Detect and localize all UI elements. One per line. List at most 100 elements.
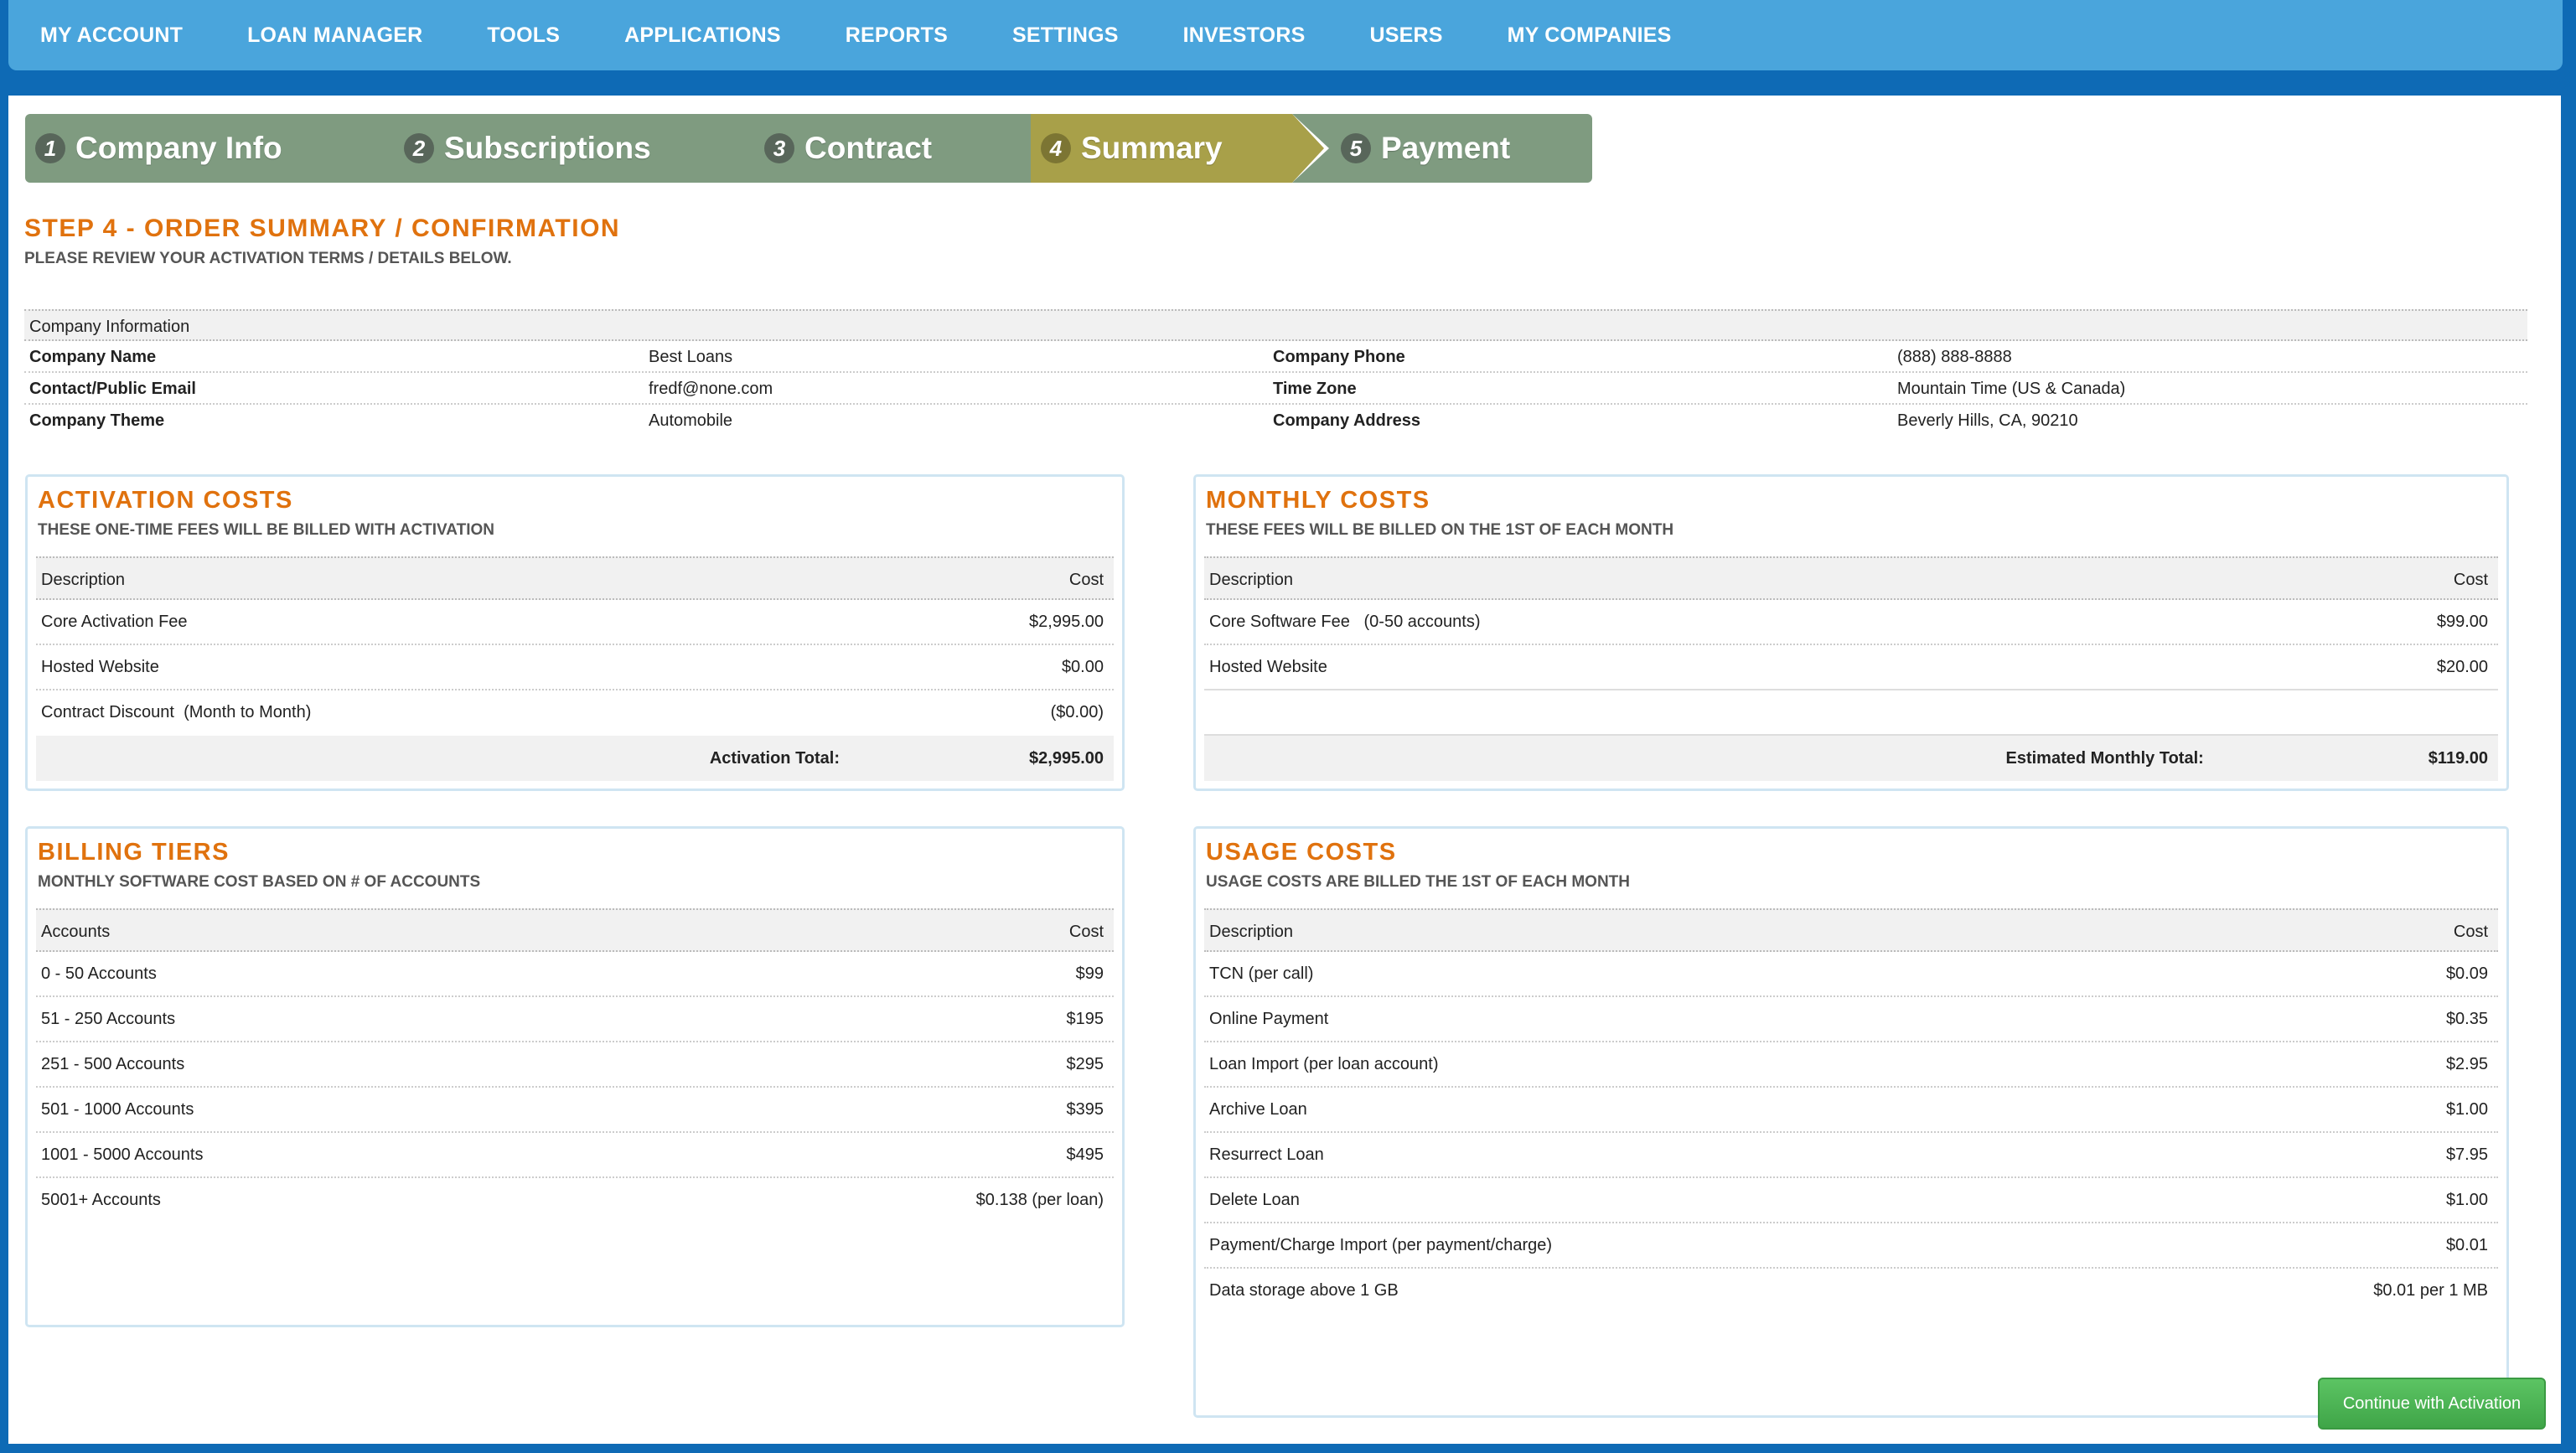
company-info-row: Company Theme Automobile Company Address…	[24, 405, 2527, 437]
table-header: Description Cost	[1204, 556, 2498, 600]
company-theme-value: Automobile	[649, 411, 733, 430]
field-label: Company Address	[1273, 411, 1420, 430]
activation-costs-table: Description Cost Core Activation Fee $2,…	[36, 556, 1114, 781]
field-label: Time Zone	[1273, 380, 1357, 398]
table-row: 501 - 1000 Accounts $395	[36, 1088, 1114, 1133]
wizard-step-subscriptions[interactable]: 2 Subscriptions	[394, 114, 754, 183]
total-row: Estimated Monthly Total: $119.00	[1204, 736, 2498, 781]
table-row: Loan Import (per loan account) $2.95	[1204, 1042, 2498, 1088]
field-label: Company Name	[29, 348, 157, 366]
activation-costs-box: ACTIVATION COSTS THESE ONE-TIME FEES WIL…	[25, 474, 1125, 791]
row-description: Core Software Fee (0-50 accounts)	[1209, 613, 1481, 631]
nav-loan-manager[interactable]: LOAN MANAGER	[247, 23, 422, 48]
top-nav: MY ACCOUNT LOAN MANAGER TOOLS APPLICATIO…	[8, 0, 2563, 70]
nav-tools[interactable]: TOOLS	[487, 23, 560, 48]
row-cost: ($0.00)	[1050, 703, 1104, 721]
step-label: Summary	[1081, 131, 1223, 165]
total-label: Estimated Monthly Total:	[2005, 749, 2204, 768]
usage-costs-table: Description Cost TCN (per call) $0.09 On…	[1204, 908, 2498, 1314]
step-number: 1	[35, 133, 65, 163]
total-value: $119.00	[2428, 749, 2488, 768]
box-title: ACTIVATION COSTS	[38, 487, 293, 514]
box-subtitle: MONTHLY SOFTWARE COST BASED ON # OF ACCO…	[38, 873, 481, 891]
step-label: Company Info	[75, 131, 282, 165]
continue-with-activation-button[interactable]: Continue with Activation	[2318, 1378, 2546, 1430]
box-subtitle: THESE ONE-TIME FEES WILL BE BILLED WITH …	[38, 521, 495, 539]
table-row: Resurrect Loan $7.95	[1204, 1133, 2498, 1178]
row-cost: $0.09	[2445, 964, 2488, 983]
row-description: 1001 - 5000 Accounts	[41, 1145, 204, 1164]
wizard-step-payment[interactable]: 5 Payment	[1292, 114, 1592, 183]
row-description: 501 - 1000 Accounts	[41, 1100, 194, 1119]
row-description: Resurrect Loan	[1209, 1145, 1324, 1164]
table-row: Core Activation Fee $2,995.00	[36, 600, 1114, 645]
company-info-row: Contact/Public Email fredf@none.com Time…	[24, 373, 2527, 405]
monthly-costs-table: Description Cost Core Software Fee (0-50…	[1204, 556, 2498, 781]
field-label: Company Phone	[1273, 348, 1405, 366]
row-cost: $0.01 per 1 MB	[2373, 1281, 2488, 1300]
nav-applications[interactable]: APPLICATIONS	[624, 23, 781, 48]
table-row: 51 - 250 Accounts $195	[36, 997, 1114, 1042]
row-description: 0 - 50 Accounts	[41, 964, 157, 983]
row-description: 51 - 250 Accounts	[41, 1010, 176, 1028]
company-info-table: Company Information Company Name Best Lo…	[24, 309, 2527, 437]
table-header: Description Cost	[1204, 908, 2498, 952]
row-cost: $1.00	[2445, 1100, 2488, 1119]
row-description: Hosted Website	[41, 658, 159, 676]
wizard-step-contract[interactable]: 3 Contract	[754, 114, 1031, 183]
row-cost: $2,995.00	[1029, 613, 1104, 631]
wizard-steps: 1 Company Info 2 Subscriptions 3 Contrac…	[25, 114, 1592, 183]
box-title: MONTHLY COSTS	[1206, 487, 1430, 514]
table-row: Data storage above 1 GB $0.01 per 1 MB	[1204, 1269, 2498, 1314]
row-description: TCN (per call)	[1209, 964, 1314, 983]
nav-settings[interactable]: SETTINGS	[1012, 23, 1119, 48]
row-cost: $0.00	[1061, 658, 1104, 676]
row-cost: $395	[1066, 1100, 1104, 1119]
wizard-step-summary[interactable]: 4 Summary	[1031, 114, 1329, 183]
contact-email-value: fredf@none.com	[649, 380, 773, 398]
table-row: Hosted Website $0.00	[36, 645, 1114, 690]
row-cost: $0.35	[2445, 1010, 2488, 1028]
nav-users[interactable]: USERS	[1369, 23, 1442, 48]
table-row: Payment/Charge Import (per payment/charg…	[1204, 1223, 2498, 1269]
col-cost: Cost	[2453, 923, 2488, 941]
row-description: Payment/Charge Import (per payment/charg…	[1209, 1236, 1553, 1254]
step-number: 5	[1341, 133, 1371, 163]
box-title: USAGE COSTS	[1206, 839, 1397, 866]
nav-my-account[interactable]: MY ACCOUNT	[40, 23, 183, 48]
col-cost: Cost	[1068, 923, 1104, 941]
step-label: Payment	[1381, 131, 1511, 165]
step-arrow	[1292, 114, 1324, 183]
total-value: $2,995.00	[1029, 749, 1104, 768]
col-accounts: Accounts	[41, 923, 111, 941]
row-description: Archive Loan	[1209, 1100, 1307, 1119]
nav-reports[interactable]: REPORTS	[846, 23, 948, 48]
row-cost: $0.01	[2445, 1236, 2488, 1254]
nav-my-companies[interactable]: MY COMPANIES	[1508, 23, 1672, 48]
step-label: Subscriptions	[444, 131, 651, 165]
company-name-value: Best Loans	[649, 348, 733, 366]
table-row: 5001+ Accounts $0.138 (per loan)	[36, 1178, 1114, 1223]
table-row: 0 - 50 Accounts $99	[36, 952, 1114, 997]
row-description: Online Payment	[1209, 1010, 1329, 1028]
field-label: Company Theme	[29, 411, 165, 430]
row-description: Hosted Website	[1209, 658, 1327, 676]
total-label: Activation Total:	[709, 749, 841, 768]
table-row: Online Payment $0.35	[1204, 997, 2498, 1042]
step-number: 4	[1041, 133, 1071, 163]
row-cost: $495	[1066, 1145, 1104, 1164]
row-cost: $20.00	[2436, 658, 2488, 676]
wizard-step-company-info[interactable]: 1 Company Info	[25, 114, 394, 183]
table-row: 1001 - 5000 Accounts $495	[36, 1133, 1114, 1178]
step-number: 2	[404, 133, 434, 163]
table-row: Hosted Website $20.00	[1204, 645, 2498, 690]
col-description: Description	[1209, 923, 1294, 941]
table-row: Delete Loan $1.00	[1204, 1178, 2498, 1223]
col-cost: Cost	[1068, 571, 1104, 589]
nav-investors[interactable]: INVESTORS	[1183, 23, 1306, 48]
table-header: Description Cost	[36, 556, 1114, 600]
row-cost: $7.95	[2445, 1145, 2488, 1164]
row-cost: $2.95	[2445, 1055, 2488, 1073]
field-label: Contact/Public Email	[29, 380, 196, 398]
row-cost: $295	[1066, 1055, 1104, 1073]
